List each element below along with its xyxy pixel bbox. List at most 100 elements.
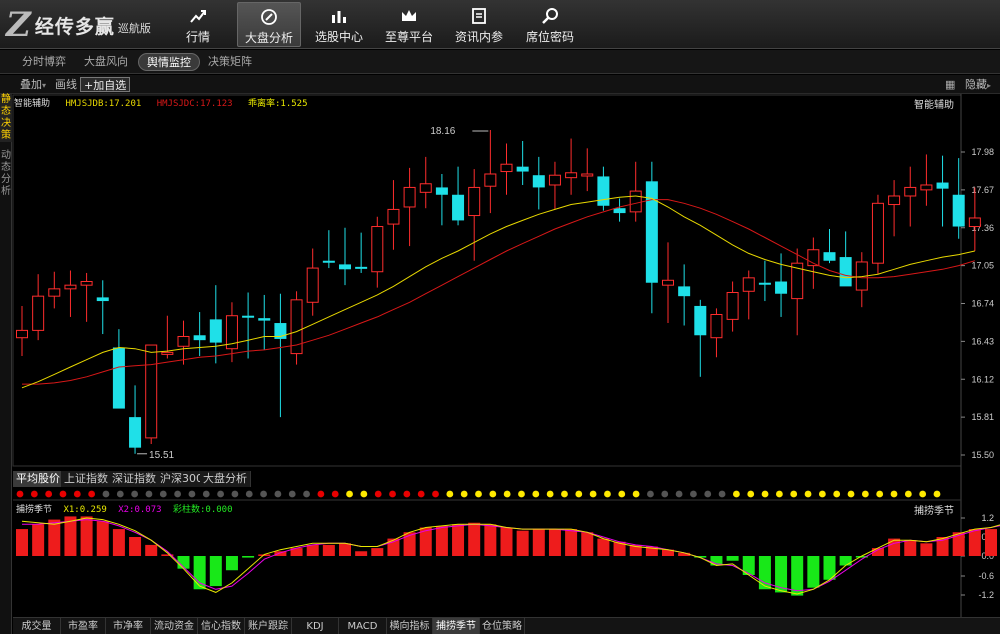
candlestick xyxy=(742,270,755,320)
btab-macd[interactable]: MACD xyxy=(339,618,387,634)
sub-bar xyxy=(548,529,561,556)
sub-y-tick-label: -0.6 xyxy=(978,571,994,581)
candlestick xyxy=(871,194,884,275)
candlestick xyxy=(64,270,77,317)
sub-bar xyxy=(48,519,61,556)
sub-bar xyxy=(597,538,610,556)
candlestick xyxy=(242,292,255,359)
signal-dot xyxy=(718,490,726,498)
signal-dot xyxy=(632,490,640,498)
candle-body xyxy=(645,181,658,283)
candle-body xyxy=(468,186,481,217)
signal-dot xyxy=(833,490,841,498)
candlestick xyxy=(48,271,61,309)
signal-dot xyxy=(561,490,568,498)
candle-body xyxy=(871,202,884,264)
candle-body xyxy=(129,417,142,448)
signal-dot xyxy=(331,490,339,498)
btab-fishing-season[interactable]: 捕捞季节 xyxy=(433,618,480,634)
signal-dot xyxy=(73,490,81,498)
candle-body xyxy=(726,292,739,320)
candle-body xyxy=(888,195,901,206)
btab-position-strategy[interactable]: 仓位策略 xyxy=(480,618,525,634)
index-tab-market-analysis[interactable]: 大盘分析 xyxy=(200,471,251,487)
signal-dot xyxy=(675,490,683,498)
candlestick xyxy=(710,308,723,358)
signal-dot xyxy=(231,490,239,498)
signal-dot xyxy=(575,490,583,498)
candle-body xyxy=(177,335,190,347)
signal-dot xyxy=(818,490,826,498)
index-tab-shanghai[interactable]: 上证指数 xyxy=(61,471,112,487)
candle-body xyxy=(161,351,174,355)
main-indicator-name: 智能辅助 xyxy=(14,99,51,109)
btab-confidence[interactable]: 信心指数 xyxy=(198,618,245,634)
candle-body xyxy=(662,279,674,286)
candlestick xyxy=(387,180,400,250)
candlestick xyxy=(888,180,901,237)
candlestick xyxy=(177,320,190,365)
candlestick xyxy=(726,281,739,332)
signal-dot xyxy=(303,490,310,498)
signal-dot xyxy=(761,490,769,498)
index-tab-avg-price[interactable]: 平均股价 xyxy=(13,471,64,487)
sub-bar xyxy=(516,530,529,556)
sub-bar xyxy=(225,556,238,571)
signal-dot xyxy=(604,490,611,498)
signal-dot xyxy=(475,490,482,498)
candlestick xyxy=(484,130,497,214)
btab-kdj[interactable]: KDJ xyxy=(292,618,339,634)
candlestick xyxy=(452,166,465,226)
candle-body xyxy=(694,305,707,336)
x2-value: X2:0.073 xyxy=(118,505,162,515)
btab-account-tracking[interactable]: 账户跟踪 xyxy=(245,618,292,634)
ma2-series-line xyxy=(22,199,975,385)
candlestick xyxy=(548,161,561,210)
btab-liquidity[interactable]: 流动资金 xyxy=(151,618,198,634)
sub-indicator-name-right: 捕捞季节 xyxy=(914,506,954,517)
btab-horizontal[interactable]: 横向指标 xyxy=(387,618,433,634)
sub-bar xyxy=(968,529,981,556)
signal-dot xyxy=(102,490,110,498)
candlestick xyxy=(290,291,303,365)
candlestick xyxy=(258,294,271,350)
candlestick xyxy=(145,344,158,445)
candle-body xyxy=(32,295,45,331)
signal-dot xyxy=(245,490,253,498)
signal-dot xyxy=(260,490,267,498)
candlestick xyxy=(274,293,287,418)
candle-body xyxy=(581,173,594,177)
signal-dot xyxy=(690,490,697,498)
color-bar-count-value: 彩柱数:0.000 xyxy=(173,505,233,515)
signal-dot xyxy=(647,490,654,498)
signal-dot xyxy=(861,490,869,498)
candlestick xyxy=(532,156,545,210)
signal-dot xyxy=(790,490,798,498)
signal-dot xyxy=(589,490,597,498)
signal-dot xyxy=(274,490,282,498)
candle-body xyxy=(355,266,368,269)
candlestick xyxy=(936,155,949,227)
candlestick xyxy=(758,260,771,302)
candle-body xyxy=(80,281,93,286)
signal-dot xyxy=(489,490,497,498)
btab-volume[interactable]: 成交量 xyxy=(13,618,61,634)
sub-bar xyxy=(242,556,255,558)
signal-dot xyxy=(88,490,96,498)
index-tab-shenzhen[interactable]: 深证指数 xyxy=(109,471,160,487)
candlestick xyxy=(629,161,642,222)
candlestick xyxy=(968,187,981,251)
candle-body xyxy=(112,347,125,409)
candle-body xyxy=(710,313,723,339)
candle-body xyxy=(613,208,626,214)
sub-bar xyxy=(726,556,739,561)
signal-dot xyxy=(159,490,167,498)
candle-body xyxy=(548,174,561,186)
btab-pb-ratio[interactable]: 市净率 xyxy=(106,618,151,634)
sub-bar xyxy=(904,540,917,556)
candlestick xyxy=(193,312,206,357)
btab-pe-ratio[interactable]: 市盈率 xyxy=(61,618,106,634)
candle-body xyxy=(629,190,642,213)
candlestick xyxy=(339,227,351,286)
sub-bar xyxy=(500,527,513,556)
